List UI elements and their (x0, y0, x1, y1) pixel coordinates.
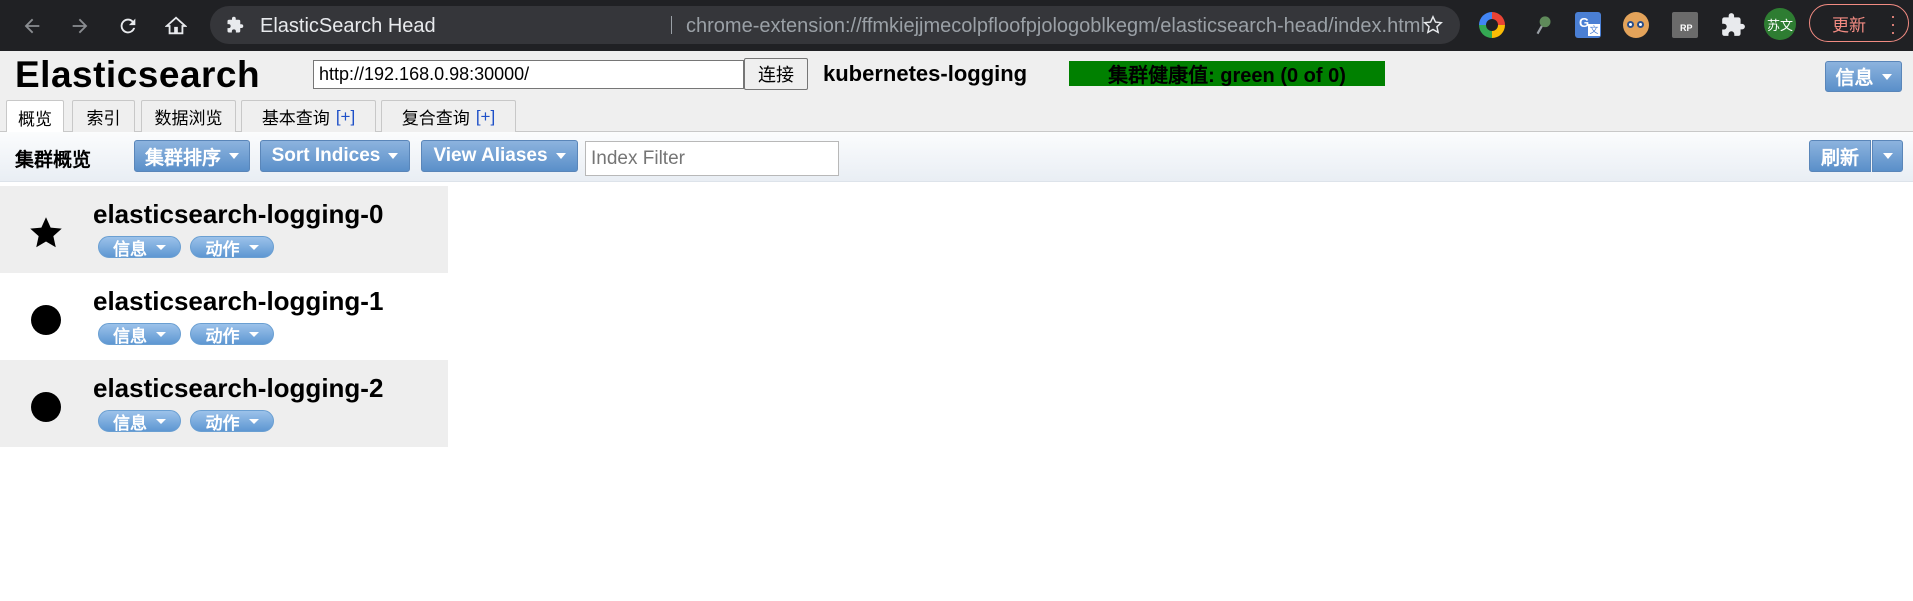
circle-icon (31, 392, 61, 422)
view-aliases-label: View Aliases (433, 145, 548, 166)
tab-label: 数据浏览 (154, 109, 223, 128)
tab-basic-query[interactable]: 基本查询 [+] (241, 100, 376, 132)
update-label: 更新 (1832, 15, 1866, 35)
node-action-button[interactable]: 动作 (190, 236, 274, 259)
view-aliases-button[interactable]: View Aliases (421, 140, 578, 172)
connect-button[interactable]: 连接 (744, 58, 808, 90)
app-title: Elasticsearch (15, 54, 261, 95)
node-action-button[interactable]: 动作 (190, 323, 274, 346)
bookmark-star-icon[interactable] (1422, 14, 1444, 36)
node-action-button[interactable]: 动作 (190, 410, 274, 433)
puzzle-icon (227, 16, 244, 33)
address-bar[interactable]: ElasticSearch Head chrome-extension://ff… (210, 6, 1460, 44)
node-info-button[interactable]: 信息 (98, 410, 181, 433)
pin-extension-icon[interactable] (1531, 12, 1557, 38)
node-info-button[interactable]: 信息 (98, 323, 181, 346)
tab-label: 索引 (86, 109, 121, 128)
home-button[interactable] (160, 10, 192, 42)
node-name: elasticsearch-logging-0 (93, 199, 384, 229)
add-query-link[interactable]: [+] (336, 107, 355, 127)
chevron-down-icon (1881, 73, 1892, 80)
more-vert-icon: · · · (1890, 6, 1896, 42)
node-info-label: 信息 (113, 326, 147, 346)
node-action-label: 动作 (205, 326, 240, 346)
color-extension-icon[interactable] (1479, 12, 1505, 38)
chevron-down-icon (248, 244, 259, 250)
info-menu-label: 信息 (1835, 68, 1874, 89)
refresh-button[interactable]: 刷新 (1809, 140, 1871, 172)
tab-data-browser[interactable]: 数据浏览 (141, 100, 236, 132)
sort-indices-button[interactable]: Sort Indices (260, 140, 410, 172)
cluster-name: kubernetes-logging (823, 61, 1028, 86)
sort-cluster-label: 集群排序 (144, 147, 221, 169)
tab-label: 基本查询 (261, 109, 330, 128)
profile-avatar[interactable]: 苏文 (1764, 8, 1796, 40)
home-icon (165, 16, 187, 35)
sort-cluster-button[interactable]: 集群排序 (134, 140, 250, 172)
page-title-in-omnibox: ElasticSearch Head (260, 15, 436, 37)
chevron-down-icon (1882, 153, 1893, 159)
tab-label: 复合查询 (401, 109, 470, 128)
circle-icon (31, 305, 61, 335)
browser-toolbar: ElasticSearch Head chrome-extension://ff… (0, 0, 1913, 51)
chevron-down-icon (388, 153, 399, 159)
toolbar-title: 集群概览 (15, 150, 92, 171)
arrow-right-icon (72, 18, 88, 34)
chevron-down-icon (156, 244, 166, 250)
node-action-label: 动作 (205, 239, 240, 259)
chevron-down-icon (229, 153, 239, 159)
node-name: elasticsearch-logging-1 (93, 286, 384, 316)
chevron-down-icon (156, 418, 166, 424)
info-menu-button[interactable]: 信息 (1825, 61, 1902, 92)
add-query-link[interactable]: [+] (476, 107, 495, 127)
url-text[interactable]: chrome-extension://ffmkiejjmecolpfloofpj… (686, 15, 1425, 38)
reload-icon (120, 18, 136, 34)
face-extension-icon[interactable] (1623, 12, 1649, 38)
rp-extension-icon[interactable]: RP (1672, 12, 1698, 38)
node-info-label: 信息 (113, 239, 147, 259)
chevron-down-icon (248, 418, 259, 424)
extensions-puzzle-icon[interactable] (1720, 12, 1746, 38)
chevron-down-icon (248, 331, 259, 337)
omnibox-divider (671, 16, 672, 34)
tab-label: 概览 (18, 109, 52, 129)
node-info-label: 信息 (113, 413, 147, 433)
node-name: elasticsearch-logging-2 (93, 373, 384, 403)
sort-indices-label: Sort Indices (271, 145, 381, 166)
forward-button[interactable] (64, 10, 96, 42)
tab-indices[interactable]: 索引 (72, 100, 135, 132)
tab-compound-query[interactable]: 复合查询 [+] (381, 100, 516, 132)
update-chrome-button[interactable]: 更新 · · · (1809, 4, 1909, 42)
cluster-health-badge: 集群健康值: green (0 of 0) (1069, 61, 1385, 87)
node-info-button[interactable]: 信息 (98, 236, 181, 259)
arrow-left-icon (24, 18, 40, 34)
es-url-input[interactable] (313, 60, 744, 89)
star-icon (30, 217, 62, 248)
chevron-down-icon (156, 331, 166, 337)
reload-button[interactable] (112, 10, 144, 42)
node-action-label: 动作 (205, 413, 240, 433)
index-filter-input[interactable] (585, 141, 839, 176)
back-button[interactable] (16, 10, 48, 42)
refresh-dropdown-button[interactable] (1872, 140, 1903, 172)
translate-extension-icon[interactable]: G 文 (1575, 12, 1601, 38)
chevron-down-icon (555, 153, 566, 159)
tab-overview[interactable]: 概览 (6, 100, 64, 133)
